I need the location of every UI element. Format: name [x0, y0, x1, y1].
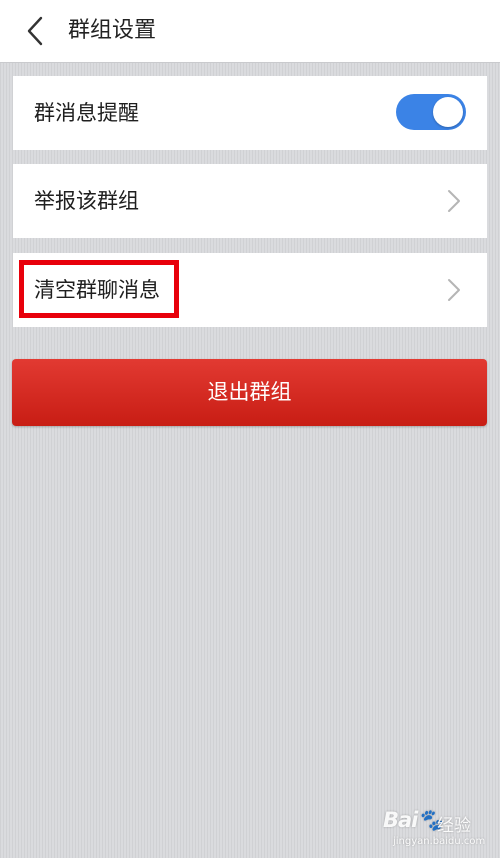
watermark-name: 经验 — [437, 816, 471, 836]
header-bar: 群组设置 — [0, 0, 500, 62]
chevron-right-icon — [448, 190, 460, 212]
group-notification-toggle[interactable] — [396, 94, 466, 130]
baidu-jingyan-watermark: Bai🐾 经验 jingyan.baidu.com — [383, 800, 493, 850]
report-group-label: 举报该群组 — [34, 189, 139, 213]
exit-group-button[interactable]: 退出群组 — [12, 359, 487, 426]
chevron-left-icon — [27, 16, 43, 46]
chevron-right-icon — [448, 279, 460, 301]
report-group-row[interactable]: 举报该群组 — [13, 164, 487, 238]
back-button[interactable] — [20, 14, 54, 48]
page-title: 群组设置 — [68, 18, 157, 43]
group-notification-row: 群消息提醒 — [13, 76, 487, 150]
watermark-url: jingyan.baidu.com — [393, 836, 486, 847]
toggle-knob — [433, 97, 463, 127]
group-notification-label: 群消息提醒 — [34, 101, 139, 125]
clear-messages-label: 清空群聊消息 — [34, 278, 160, 302]
baidu-logo: Bai🐾 — [383, 808, 444, 832]
clear-messages-row[interactable]: 清空群聊消息 — [13, 253, 487, 327]
